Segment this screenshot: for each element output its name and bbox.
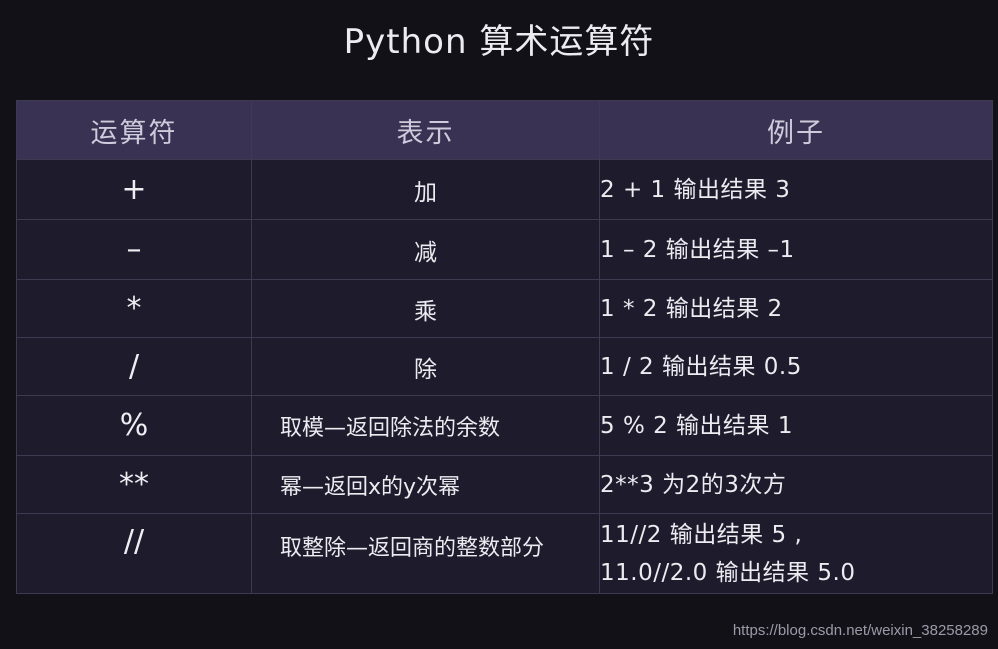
header-operator: 运算符 xyxy=(16,100,252,160)
table-header-row: 运算符 表示 例子 xyxy=(16,100,993,160)
table-row: * 乘 1 * 2 输出结果 2 xyxy=(16,279,993,338)
table-row: ** 幂—返回x的y次幂 2**3 为2的3次方 xyxy=(16,455,993,514)
page-title: Python 算术运算符 xyxy=(343,22,655,62)
meaning-cell: 加 xyxy=(251,159,600,220)
example-line: 2 + 1 输出结果 3 xyxy=(600,176,791,203)
example-line: 1 – 2 输出结果 –1 xyxy=(600,236,795,263)
meaning-cell: 幂—返回x的y次幂 xyxy=(251,455,600,514)
example-cell: 1 * 2 输出结果 2 xyxy=(599,279,993,338)
meaning-cell: 取模—返回除法的余数 xyxy=(251,395,600,456)
example-cell: 1 / 2 输出结果 0.5 xyxy=(599,337,993,396)
example-cell: 2**3 为2的3次方 xyxy=(599,455,993,514)
watermark-url: https://blog.csdn.net/weixin_38258289 xyxy=(732,622,988,639)
table-row: % 取模—返回除法的余数 5 % 2 输出结果 1 xyxy=(16,395,993,456)
operator-table: 运算符 表示 例子 + 加 2 + 1 输出结果 3 – 减 1 – 2 输出结… xyxy=(16,100,993,594)
meaning-cell: 减 xyxy=(251,219,600,280)
example-line: 11//2 输出结果 5 , xyxy=(600,521,803,548)
table-row: / 除 1 / 2 输出结果 0.5 xyxy=(16,337,993,396)
example-cell: 11//2 输出结果 5 , 11.0//2.0 输出结果 5.0 xyxy=(599,513,993,594)
operator-cell: ** xyxy=(16,455,252,514)
operator-cell: % xyxy=(16,395,252,456)
meaning-cell: 乘 xyxy=(251,279,600,338)
meaning-cell: 除 xyxy=(251,337,600,396)
meaning-cell: 取整除—返回商的整数部分 xyxy=(251,513,600,594)
table-row: + 加 2 + 1 输出结果 3 xyxy=(16,159,993,220)
example-cell: 1 – 2 输出结果 –1 xyxy=(599,219,993,280)
header-meaning: 表示 xyxy=(251,100,600,160)
example-line: 5 % 2 输出结果 1 xyxy=(600,412,793,439)
example-line: 1 / 2 输出结果 0.5 xyxy=(600,353,802,380)
example-line: 11.0//2.0 输出结果 5.0 xyxy=(600,559,856,586)
example-cell: 2 + 1 输出结果 3 xyxy=(599,159,993,220)
example-line: 1 * 2 输出结果 2 xyxy=(600,295,783,322)
operator-cell: / xyxy=(16,337,252,396)
header-example: 例子 xyxy=(599,100,993,160)
table-row: – 减 1 – 2 输出结果 –1 xyxy=(16,219,993,280)
example-line: 2**3 为2的3次方 xyxy=(600,471,787,498)
operator-cell: * xyxy=(16,279,252,338)
operator-cell: – xyxy=(16,219,252,280)
operator-cell: // xyxy=(16,513,252,594)
operator-cell: + xyxy=(16,159,252,220)
example-cell: 5 % 2 输出结果 1 xyxy=(599,395,993,456)
table-row: // 取整除—返回商的整数部分 11//2 输出结果 5 , 11.0//2.0… xyxy=(16,513,993,594)
